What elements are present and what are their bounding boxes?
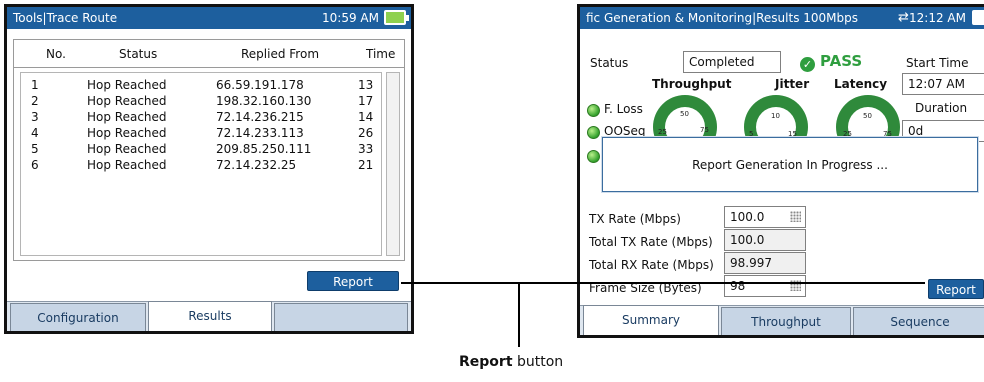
results-list[interactable]: 1 Hop Reached 66.59.191.178 13 2 Hop Rea… — [20, 72, 382, 256]
table-row[interactable]: 2 Hop Reached 198.32.160.130 17 — [21, 94, 381, 110]
gauge-tick: 50 — [863, 112, 872, 120]
gauge-tick: 25 — [658, 128, 667, 136]
hop-number: 2 — [31, 94, 39, 108]
tab-summary[interactable]: Summary — [583, 305, 719, 335]
table-row[interactable]: 5 Hop Reached 209.85.250.111 33 — [21, 142, 381, 158]
hop-time: 14 — [358, 110, 374, 124]
tx-rate-label: TX Rate (Mbps) — [589, 212, 681, 226]
tab-configuration[interactable]: Configuration — [10, 303, 146, 331]
table-row[interactable]: 3 Hop Reached 72.14.236.215 14 — [21, 110, 381, 126]
hop-number: 4 — [31, 126, 39, 140]
tab-bar: Summary Throughput Sequence — [580, 305, 984, 335]
hop-time: 21 — [358, 158, 374, 172]
title-bar: fic Generation & Monitoring|Results 100M… — [580, 7, 984, 29]
hop-status: Hop Reached — [87, 158, 167, 172]
hop-time: 33 — [358, 142, 374, 156]
table-row[interactable]: 6 Hop Reached 72.14.232.25 21 — [21, 158, 381, 174]
hop-status: Hop Reached — [87, 78, 167, 92]
pass-indicator: ✓ PASS — [800, 52, 862, 72]
report-button[interactable]: Report — [928, 279, 984, 299]
tab-empty[interactable] — [274, 303, 408, 331]
gauge-tick: 10 — [771, 112, 780, 120]
status-led-icon — [587, 126, 600, 139]
gauge-title-latency: Latency — [834, 77, 888, 91]
tab-sequence[interactable]: Sequence — [853, 307, 984, 335]
table-header: No. Status Replied From Time — [14, 40, 404, 68]
table-row[interactable]: 1 Hop Reached 66.59.191.178 13 — [21, 78, 381, 94]
out-of-sequence-label: OOSeq — [604, 124, 646, 138]
hop-number: 1 — [31, 78, 39, 92]
caption-text: button — [512, 354, 564, 370]
report-button[interactable]: Report — [307, 271, 399, 291]
pass-text: PASS — [820, 52, 863, 70]
link-swap-icon: ⇄ — [898, 10, 909, 25]
duration-label: Duration — [915, 101, 968, 115]
total-rx-label: Total RX Rate (Mbps) — [589, 258, 714, 272]
hop-number: 5 — [31, 142, 39, 156]
traffic-results-screen: fic Generation & Monitoring|Results 100M… — [577, 4, 984, 338]
table-row[interactable]: 4 Hop Reached 72.14.233.113 26 — [21, 126, 381, 142]
status-led-icon — [587, 150, 600, 163]
hop-status: Hop Reached — [87, 94, 167, 108]
status-led-icon — [587, 104, 600, 117]
total-tx-label: Total TX Rate (Mbps) — [589, 235, 713, 249]
hop-status: Hop Reached — [87, 110, 167, 124]
trace-route-table: No. Status Replied From Time 1 Hop Reach… — [13, 39, 405, 261]
vertical-scrollbar[interactable] — [386, 72, 400, 256]
battery-icon — [972, 10, 984, 25]
gauge-title-throughput: Throughput — [652, 77, 732, 91]
frame-loss-label: F. Loss — [604, 102, 643, 116]
hop-number: 3 — [31, 110, 39, 124]
clock: 10:59 AM — [322, 11, 379, 25]
start-time-field: 12:07 AM — [902, 73, 984, 95]
hop-address: 209.85.250.111 — [216, 142, 312, 156]
callout-connector — [401, 282, 925, 284]
gauge-tick: 75 — [700, 126, 709, 134]
hop-status: Hop Reached — [87, 126, 167, 140]
total-tx-field: 100.0 — [724, 229, 806, 251]
hop-address: 72.14.236.215 — [216, 110, 304, 124]
keypad-icon[interactable] — [790, 211, 801, 222]
column-header: Time — [366, 47, 396, 61]
hop-address: 72.14.232.25 — [216, 158, 297, 172]
tab-throughput[interactable]: Throughput — [721, 307, 851, 335]
hop-time: 17 — [358, 94, 374, 108]
hop-number: 6 — [31, 158, 39, 172]
hop-address: 72.14.233.113 — [216, 126, 304, 140]
gauge-title-jitter: Jitter — [775, 77, 810, 91]
trace-route-screen: Tools|Trace Route 10:59 AM No. Status Re… — [4, 4, 414, 334]
tx-rate-input[interactable]: 100.0 — [724, 206, 806, 228]
column-header: No. — [46, 47, 66, 61]
clock: 12:12 AM — [909, 11, 966, 25]
column-header: Status — [119, 47, 158, 61]
frame-size-input[interactable]: 98 — [724, 275, 806, 297]
hop-time: 26 — [358, 126, 374, 140]
gauge-tick: 50 — [680, 110, 689, 118]
status-label: Status — [590, 56, 629, 70]
hop-time: 13 — [358, 78, 374, 92]
tab-results[interactable]: Results — [148, 301, 272, 331]
screen-title: fic Generation & Monitoring|Results 100M… — [586, 11, 859, 25]
check-icon: ✓ — [800, 57, 815, 72]
hop-status: Hop Reached — [87, 142, 167, 156]
report-progress-dialog: Report Generation In Progress ... — [602, 137, 978, 192]
callout-leader — [518, 283, 520, 347]
total-rx-field: 98.997 — [724, 252, 806, 274]
column-header: Replied From — [241, 47, 320, 61]
start-time-label: Start Time — [906, 56, 969, 70]
hop-address: 66.59.191.178 — [216, 78, 304, 92]
status-field: Completed — [683, 51, 781, 73]
title-bar: Tools|Trace Route 10:59 AM — [7, 7, 411, 29]
tx-rate-value: 100.0 — [730, 210, 765, 224]
battery-icon — [384, 10, 409, 25]
hop-address: 198.32.160.130 — [216, 94, 312, 108]
tab-bar: Configuration Results — [7, 301, 411, 331]
screen-title: Tools|Trace Route — [13, 11, 118, 25]
caption-bold: Report — [459, 354, 513, 370]
